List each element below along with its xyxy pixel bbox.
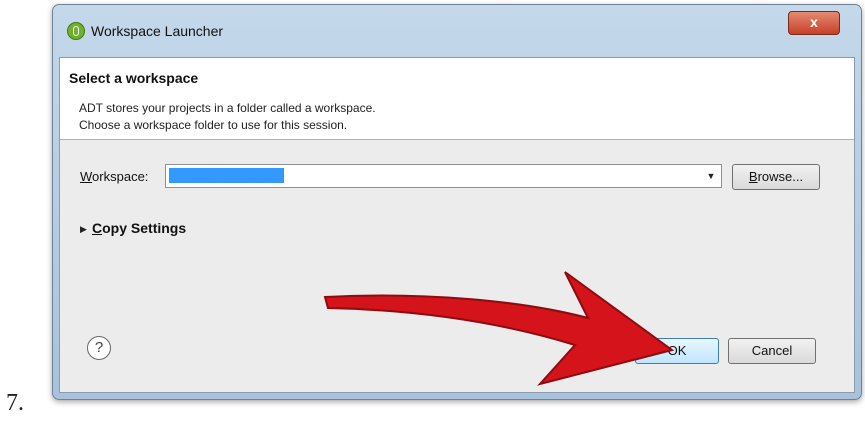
browse-button[interactable]: Browse... <box>732 164 820 190</box>
copy-settings-mnemonic: C <box>92 220 103 236</box>
workspace-launcher-dialog: Workspace Launcher x Select a workspace … <box>52 4 862 400</box>
workspace-label-text: orkspace: <box>92 169 149 184</box>
description-line-2: Choose a workspace folder to use for thi… <box>79 118 348 132</box>
workspace-input-value[interactable]: C:\Users\workspace <box>169 168 285 183</box>
ok-button[interactable]: OK <box>635 338 719 364</box>
copy-settings-label: opy Settings <box>102 220 187 236</box>
triangle-right-icon[interactable]: ▶ <box>80 224 87 235</box>
eclipse-icon <box>67 22 85 40</box>
title-bar[interactable]: Workspace Launcher x <box>53 5 861 40</box>
workspace-label-mnemonic: W <box>80 169 93 184</box>
help-icon[interactable]: ? <box>87 336 111 360</box>
window-title: Workspace Launcher <box>91 23 224 39</box>
header-title: Select a workspace <box>69 70 199 86</box>
workspace-label: Workspace: <box>80 169 148 184</box>
step-number: 7. <box>6 390 24 416</box>
dialog-content: Select a workspace ADT stores your proje… <box>59 57 855 393</box>
cancel-button[interactable]: Cancel <box>728 338 816 364</box>
copy-settings-toggle[interactable]: Copy Settings <box>92 220 186 236</box>
close-button[interactable]: x <box>788 11 840 35</box>
description-line-1: ADT stores your projects in a folder cal… <box>79 101 376 115</box>
header-description: ADT stores your projects in a folder cal… <box>79 100 376 134</box>
header-panel: Select a workspace ADT stores your proje… <box>60 58 854 140</box>
chevron-down-icon[interactable]: ▼ <box>703 167 719 185</box>
browse-mnemonic: B <box>748 169 758 184</box>
workspace-combobox[interactable]: C:\Users\workspace ▼ <box>165 164 722 188</box>
browse-label: rowse... <box>757 169 804 184</box>
